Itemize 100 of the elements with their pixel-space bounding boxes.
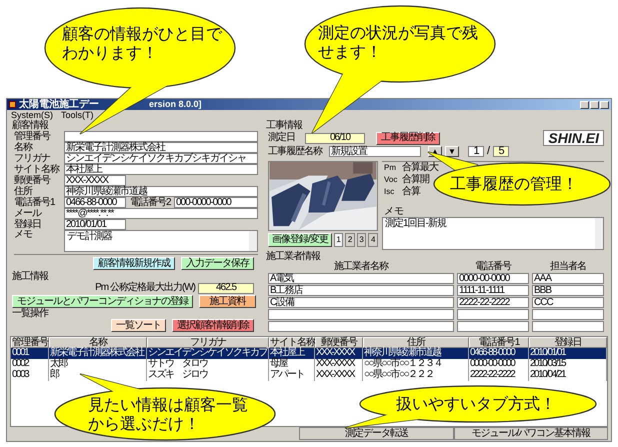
scrollbar[interactable] bbox=[595, 218, 603, 249]
field-label: 郵便番号 bbox=[14, 176, 50, 186]
field-label: Isc bbox=[384, 188, 396, 196]
output-field[interactable]: 462.5 bbox=[198, 282, 254, 294]
photo-tab[interactable]: 2 bbox=[345, 233, 355, 247]
input-field[interactable]: ****@****.**.** bbox=[64, 208, 258, 219]
maximize-icon[interactable] bbox=[590, 100, 599, 108]
input-field[interactable]: 新栄電子計測器株式会社 bbox=[64, 142, 258, 153]
memo-field[interactable]: 測定1回目-新規 bbox=[382, 217, 604, 250]
memo-field[interactable]: デモ計測器 bbox=[64, 230, 258, 252]
button[interactable]: 入力データ保存 bbox=[181, 257, 254, 270]
field-label: サイト名称 bbox=[14, 164, 60, 174]
table-cell: XXX-XXXX bbox=[315, 370, 363, 381]
page-total[interactable]: 5 bbox=[493, 146, 510, 157]
input-field[interactable]: 1111-11-1111 bbox=[457, 285, 529, 296]
column-header: 施工業者名称 bbox=[333, 262, 390, 272]
callout-text: 工事履歴の管理！ bbox=[450, 175, 579, 194]
field-label: 登録日 bbox=[14, 220, 42, 230]
field-label: Pm 公称定格最大出力(W) bbox=[95, 283, 195, 293]
button[interactable]: 施工資料 bbox=[199, 295, 256, 308]
table-cell: 0003 bbox=[11, 370, 49, 381]
input-field[interactable]: CCC bbox=[532, 297, 604, 308]
table-cell: ○○県○○市○○２２２ bbox=[363, 370, 469, 381]
field-label: 管理番号 bbox=[14, 132, 52, 142]
button[interactable]: 顧客情報新規作成 bbox=[93, 257, 175, 270]
page-field[interactable]: 1 bbox=[468, 146, 484, 157]
field-label: 測定日 bbox=[268, 133, 296, 143]
tab[interactable]: モジュール/パワコン基本情報 bbox=[454, 427, 608, 440]
tab[interactable]: 測定データ転送 bbox=[299, 427, 454, 440]
field-label: 住所 bbox=[14, 186, 32, 196]
group-title: 工事情報 bbox=[265, 121, 304, 131]
button[interactable]: モジュールとパワーコンディショナの登録 bbox=[12, 295, 193, 308]
column-header[interactable]: フリガナ bbox=[147, 337, 269, 348]
button[interactable]: 一覧ソート bbox=[111, 319, 166, 332]
input-field[interactable] bbox=[268, 321, 454, 332]
input-field[interactable]: 0466-88-0000 bbox=[64, 197, 126, 208]
menu-item[interactable]: System(S) bbox=[11, 111, 54, 120]
input-field[interactable] bbox=[268, 309, 454, 320]
input-field[interactable]: 0000-00-0000 bbox=[457, 273, 529, 284]
input-field[interactable]: 神奈川県綾瀬市道越 bbox=[64, 186, 258, 197]
field-label: 合算 bbox=[402, 186, 420, 196]
input-field[interactable]: 本社屋上 bbox=[64, 164, 258, 175]
window-title: 太陽電池施工デー bbox=[19, 100, 99, 110]
table-row[interactable]: 0002 太郎 サトウ タロウ 母屋 XXX-XXXX ○○県○○市○○１２３４ 0000-00-0000 2010/03/15 bbox=[11, 359, 607, 370]
window-title: ersion 8.0.0] bbox=[149, 100, 202, 109]
field-label: 名称 bbox=[14, 142, 32, 152]
input-field[interactable] bbox=[532, 309, 604, 320]
input-field[interactable] bbox=[457, 321, 529, 332]
callout-text: 顧客の情報がひと目でわかります！ bbox=[62, 25, 222, 63]
scrollbar[interactable] bbox=[249, 231, 257, 251]
field-label: メール bbox=[14, 208, 42, 218]
button[interactable]: 選択顧客情報削除 bbox=[172, 319, 254, 332]
callout-text: 扱いやすいタブ方式！ bbox=[396, 395, 557, 414]
logo: SHIN.EI bbox=[543, 130, 604, 146]
column-header[interactable]: 名称 bbox=[49, 337, 147, 348]
table-row[interactable]: 0003 郎 スズキ ジロウ アパート XXX-XXXX ○○県○○市○○２２２ 2222-22-2222 2010/04/21 bbox=[11, 370, 607, 381]
callout-text: 見たい情報は顧客一覧から選ぶだけ！ bbox=[88, 396, 248, 434]
field-label: 電話番号1 bbox=[14, 198, 56, 208]
group-title: 施工業者情報 bbox=[265, 252, 322, 262]
field-label: 電話番号2 bbox=[130, 198, 172, 208]
group-title: 一覧操作 bbox=[11, 309, 50, 319]
input-field[interactable]: AAA bbox=[532, 273, 604, 284]
input-field[interactable]: 000-0000-0000 bbox=[174, 197, 258, 208]
group-title: 顧客情報 bbox=[12, 121, 48, 131]
button[interactable]: 画像登録/変更 bbox=[268, 233, 332, 247]
column-header[interactable]: 登録日 bbox=[529, 337, 607, 348]
memo-text: 測定1回目-新規 bbox=[384, 218, 448, 231]
field-label: Pm bbox=[384, 164, 397, 172]
input-field[interactable] bbox=[457, 309, 529, 320]
column-header[interactable]: 住所 bbox=[363, 337, 469, 348]
photo-tab[interactable]: 4 bbox=[368, 233, 378, 247]
input-field[interactable]: C設備 bbox=[268, 297, 454, 308]
input-field[interactable] bbox=[532, 321, 604, 332]
input-field[interactable]: BBB bbox=[532, 285, 604, 296]
column-header[interactable]: 管理番号 bbox=[11, 337, 49, 348]
column-header: 電話番号 bbox=[474, 262, 512, 272]
callout-text: 測定の状況が写真で残せます！ bbox=[318, 24, 479, 62]
column-header[interactable]: 電話番号1 bbox=[469, 337, 529, 348]
input-field[interactable]: 新規設置 bbox=[329, 146, 421, 157]
table-cell: 2222-22-2222 bbox=[469, 370, 529, 381]
input-field[interactable]: B工務店 bbox=[268, 285, 454, 296]
button[interactable]: 工事履歴削除 bbox=[376, 132, 440, 144]
input-field[interactable]: 2222-22-2222 bbox=[457, 297, 529, 308]
input-field[interactable]: 06/10 bbox=[305, 132, 365, 144]
input-field[interactable]: A電気 bbox=[268, 273, 454, 284]
menu-item[interactable]: Tools(T) bbox=[61, 111, 94, 120]
field-label: フリガナ bbox=[14, 154, 52, 164]
photo-tab[interactable]: 3 bbox=[356, 233, 366, 247]
table-row[interactable]: 0001 新栄電子計測器株式会社 シンエイデンシケイソクキカブ 本社屋上 XXX-XXXX 神奈川県綾瀬市道越 0466-88-0000 2010/01/01 bbox=[11, 348, 607, 359]
input-field[interactable] bbox=[64, 131, 258, 142]
input-field[interactable]: XXX-XXXX bbox=[64, 175, 126, 186]
input-field[interactable]: 2010/01/01 bbox=[64, 219, 126, 230]
column-header[interactable]: 郵便番号 bbox=[315, 337, 363, 348]
input-field[interactable]: シンエイデンシケイソクキカブシキガイシャ bbox=[64, 153, 258, 164]
photo-tab[interactable]: 1 bbox=[334, 233, 344, 247]
field-label: メモ bbox=[383, 207, 405, 217]
minimize-icon[interactable] bbox=[580, 100, 589, 108]
close-icon[interactable] bbox=[600, 100, 609, 108]
column-header[interactable]: サイト名称 bbox=[269, 337, 315, 348]
down-button[interactable]: ▼ bbox=[445, 146, 459, 157]
